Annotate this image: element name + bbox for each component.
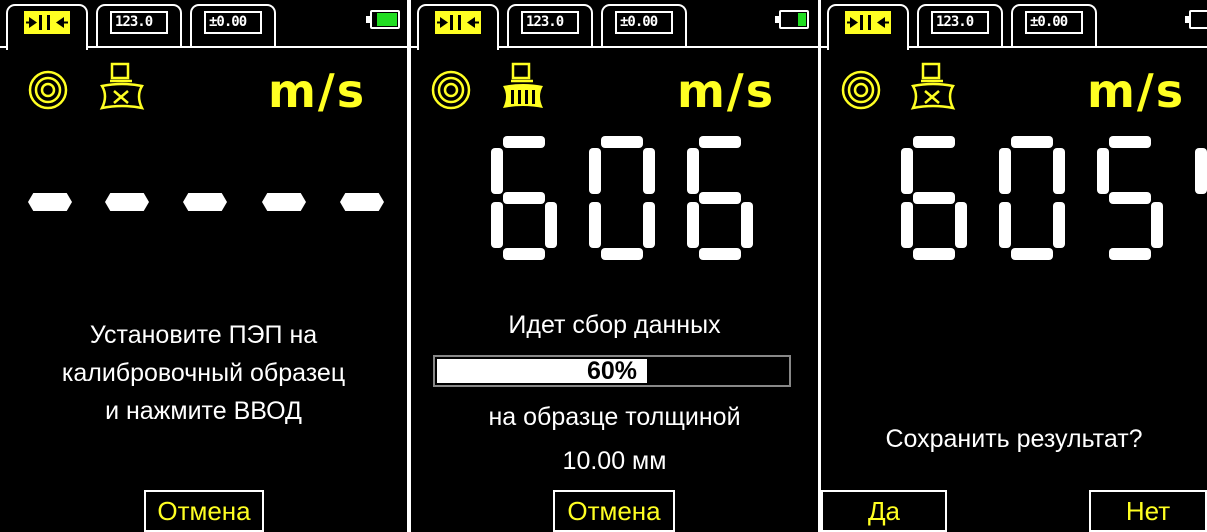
save-question: Сохранить результат? xyxy=(885,425,1143,453)
digit-segment xyxy=(503,192,545,204)
digit-segment xyxy=(601,136,643,148)
instruction-message: Установите ПЭП на калибровочный образец … xyxy=(61,321,346,425)
dash-segment xyxy=(183,193,227,211)
tab-measure[interactable]: 123.0 xyxy=(917,4,1003,46)
probe-off-icon xyxy=(99,62,145,110)
digit-segment xyxy=(1109,192,1151,204)
tab-bar: 123.0 ±0.00 xyxy=(411,0,818,50)
offset-icon: ±0.00 xyxy=(615,11,673,34)
probe-contact-icon xyxy=(503,62,543,108)
tab-velocity[interactable] xyxy=(827,4,909,50)
digit-segment xyxy=(901,148,913,194)
digit-segment xyxy=(1097,148,1109,194)
yes-button[interactable]: Да xyxy=(821,490,947,532)
digit-segment xyxy=(741,202,753,248)
digit-segment xyxy=(699,136,741,148)
digit-segment xyxy=(1053,148,1065,194)
digit-segment xyxy=(687,148,699,194)
digit-segment xyxy=(601,248,643,260)
digit-segment xyxy=(589,202,601,248)
tab-measure[interactable]: 123.0 xyxy=(96,4,182,46)
digit-segment xyxy=(913,136,955,148)
digit-segment xyxy=(1053,202,1065,248)
dash-segment xyxy=(28,193,72,211)
digit-segment xyxy=(913,248,955,260)
digits-icon: 123.0 xyxy=(931,11,989,34)
digit-segment xyxy=(955,202,967,248)
progress-label: 60% xyxy=(586,357,638,385)
digit-segment xyxy=(643,148,655,194)
digit-segment xyxy=(1011,248,1053,260)
target-icon xyxy=(431,70,471,110)
cancel-button[interactable]: Отмена xyxy=(553,490,675,532)
target-icon xyxy=(28,70,68,110)
calibration-screen-1: 123.0 ±0.00 m/s Установите ПЭП на калибр… xyxy=(0,0,407,532)
digit-segment xyxy=(643,202,655,248)
tab-velocity[interactable] xyxy=(6,4,88,50)
tab-velocity[interactable] xyxy=(417,4,499,50)
tab-measure[interactable]: 123.0 xyxy=(507,4,593,46)
tab-offset[interactable]: ±0.00 xyxy=(601,4,687,46)
digit-segment xyxy=(999,148,1011,194)
progress-bar: 60% xyxy=(433,355,791,387)
battery-icon xyxy=(1185,10,1207,29)
digit-segment xyxy=(687,202,699,248)
digit-segment xyxy=(545,202,557,248)
velocity-icon xyxy=(435,11,481,34)
thickness-value: 10.00 мм xyxy=(562,447,667,475)
digit-segment xyxy=(1151,202,1163,248)
battery-icon xyxy=(775,10,809,29)
digit-segment xyxy=(1011,136,1053,148)
digit-segment xyxy=(503,248,545,260)
probe-off-icon xyxy=(910,62,956,110)
digit-segment xyxy=(699,248,741,260)
units-label: m/s xyxy=(268,64,367,118)
digit-segment xyxy=(491,202,503,248)
digit-segment xyxy=(589,148,601,194)
digit-segment xyxy=(913,192,955,204)
digits-icon: 123.0 xyxy=(521,11,579,34)
velocity-icon xyxy=(24,11,70,34)
units-label: m/s xyxy=(1087,64,1186,118)
offset-icon: ±0.00 xyxy=(1025,11,1083,34)
velocity-icon xyxy=(845,11,891,34)
tab-bar: 123.0 ±0.00 xyxy=(821,0,1207,50)
digit-segment xyxy=(999,202,1011,248)
digit-segment xyxy=(699,192,741,204)
tab-offset[interactable]: ±0.00 xyxy=(1011,4,1097,46)
digit-segment xyxy=(1109,136,1151,148)
units-label: m/s xyxy=(677,64,776,118)
offset-icon: ±0.00 xyxy=(204,11,262,34)
tab-offset[interactable]: ±0.00 xyxy=(190,4,276,46)
tab-bar: 123.0 ±0.00 xyxy=(0,0,407,50)
digit-segment xyxy=(1109,248,1151,260)
thickness-label: на образце толщиной xyxy=(488,403,741,431)
target-icon xyxy=(841,70,881,110)
calibration-screen-3: 123.0 ±0.00 m/s Сохранить результат? Да … xyxy=(821,0,1207,532)
no-button[interactable]: Нет xyxy=(1089,490,1207,532)
dash-segment xyxy=(340,193,384,211)
digit-segment xyxy=(503,136,545,148)
cancel-button[interactable]: Отмена xyxy=(144,490,264,532)
dash-segment xyxy=(262,193,306,211)
battery-icon xyxy=(366,10,400,29)
digits-icon: 123.0 xyxy=(110,11,168,34)
seven-segment-display xyxy=(901,136,1207,260)
digit-segment xyxy=(1195,148,1207,194)
dash-segment xyxy=(105,193,149,211)
digit-segment xyxy=(491,148,503,194)
calibration-screen-2: 123.0 ±0.00 m/s Идет сбор данных 60% на … xyxy=(411,0,818,532)
seven-segment-display xyxy=(491,136,753,260)
digit-segment xyxy=(901,202,913,248)
status-message: Идет сбор данных xyxy=(508,311,721,339)
